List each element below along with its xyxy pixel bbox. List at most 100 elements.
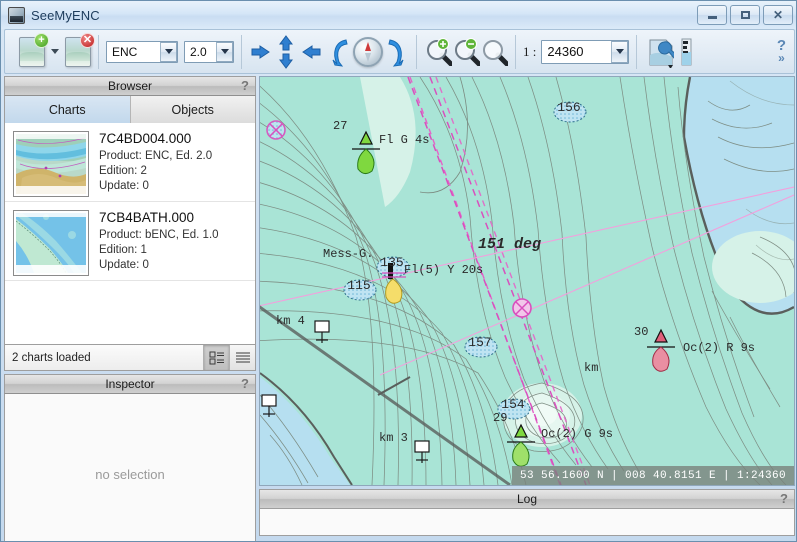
toolbar-separator-3 bbox=[416, 34, 417, 69]
tab-charts[interactable]: Charts bbox=[5, 96, 131, 123]
chart-list[interactable]: 7C4BD004.000 Product: ENC, Ed. 2.0 Editi… bbox=[4, 123, 256, 345]
inspector-panel-header: Inspector ? bbox=[4, 374, 256, 394]
chevron-down-icon[interactable] bbox=[611, 40, 629, 63]
pan-down-button bbox=[279, 53, 293, 69]
help-icon[interactable]: ? bbox=[241, 376, 249, 391]
help-icon[interactable]: ? bbox=[780, 491, 788, 506]
icon-list-view-icon bbox=[209, 351, 224, 364]
map-label-light-characteristic: Fl G 4s bbox=[379, 133, 429, 147]
chart-name: 7CB4BATH.000 bbox=[99, 210, 195, 225]
chart-meta: 7C4BD004.000 Product: ENC, Ed. 2.0 Editi… bbox=[89, 131, 212, 197]
list-view-icon bbox=[235, 352, 250, 362]
rotate-clockwise-button[interactable] bbox=[383, 35, 409, 69]
tab-charts-label: Charts bbox=[48, 102, 86, 117]
maximize-button[interactable] bbox=[730, 5, 760, 25]
zoom-out-button[interactable] bbox=[452, 37, 480, 66]
measure-depth-button[interactable] bbox=[674, 36, 704, 68]
toolbar-separator-2 bbox=[241, 34, 242, 69]
chart-status-bar: 2 charts loaded bbox=[4, 345, 256, 371]
scale-combo-value: 24360 bbox=[547, 44, 584, 59]
charts-loaded-label: 2 charts loaded bbox=[12, 351, 91, 364]
close-chart-icon: ✕ bbox=[65, 32, 95, 67]
list-item[interactable]: 7C4BD004.000 Product: ENC, Ed. 2.0 Editi… bbox=[5, 123, 255, 202]
map-label-station-name: Mess-G. bbox=[323, 247, 373, 261]
overflow-icon[interactable]: » bbox=[777, 52, 786, 64]
pan-controls bbox=[249, 34, 323, 69]
help-icon[interactable]: ? bbox=[777, 38, 786, 53]
chart-product: Product: ENC, Ed. 2.0 bbox=[99, 150, 213, 162]
toolbar-separator-1 bbox=[98, 34, 99, 69]
tab-objects-label: Objects bbox=[171, 102, 214, 117]
chevron-down-icon[interactable] bbox=[216, 41, 233, 62]
main-toolbar: + ✕ ENC 2.0 1: 24360 ? » bbox=[4, 29, 795, 74]
chart-view[interactable]: 27 Fl G 4s 151 deg Mess-G. Fl(5) Y 20s km 4 km… bbox=[259, 76, 795, 486]
help-icon[interactable]: ? bbox=[241, 78, 249, 93]
log-title: Log bbox=[516, 492, 538, 506]
chart-edition: Edition: 1 bbox=[99, 244, 147, 256]
window-title: SeeMyENC bbox=[31, 7, 100, 23]
scale-combo[interactable]: 24360 bbox=[541, 39, 630, 64]
icon-list-view-button[interactable] bbox=[203, 345, 229, 370]
scale-prefix-label: 1 : bbox=[523, 43, 537, 59]
inspector-body: no selection bbox=[4, 394, 256, 541]
browser-tabs: Charts Objects bbox=[4, 96, 256, 123]
map-label-sounding: 27 bbox=[333, 119, 347, 133]
map-label-distance-mark: km bbox=[584, 361, 598, 375]
zoom-in-button[interactable] bbox=[424, 37, 452, 66]
map-label-distance-mark: km 4 bbox=[276, 314, 305, 328]
chevron-down-icon[interactable] bbox=[160, 41, 177, 62]
pan-left-button[interactable] bbox=[249, 35, 273, 69]
title-bar: SeeMyENC ✕ bbox=[1, 1, 796, 29]
coordinate-readout: 53 56.1600 N | 008 40.8151 E | 1:24360 bbox=[511, 466, 794, 485]
version-combo-value: 2.0 bbox=[190, 44, 207, 59]
map-area-number: 156 bbox=[557, 100, 580, 115]
list-view-button[interactable] bbox=[229, 345, 255, 370]
version-combo[interactable]: 2.0 bbox=[184, 40, 234, 63]
rotate-counter-clockwise-button[interactable] bbox=[327, 35, 353, 69]
inspector-title: Inspector bbox=[105, 377, 155, 391]
pan-up-button bbox=[279, 34, 293, 50]
chart-meta: 7CB4BATH.000 Product: bENC, Ed. 1.0 Edit… bbox=[89, 210, 219, 276]
log-dock: Log ? bbox=[259, 489, 795, 538]
map-label-light-characteristic: Oc(2) G 9s bbox=[541, 427, 613, 441]
minimize-button[interactable] bbox=[697, 5, 727, 25]
help-overflow-group[interactable]: ? » bbox=[777, 38, 786, 64]
toolbar-separator-4 bbox=[515, 34, 516, 69]
close-button[interactable]: ✕ bbox=[763, 5, 793, 25]
open-chart-dropdown-icon[interactable] bbox=[51, 49, 59, 54]
window-controls: ✕ bbox=[697, 5, 793, 25]
list-item[interactable]: 7CB4BATH.000 Product: bENC, Ed. 1.0 Edit… bbox=[5, 202, 255, 281]
product-combo[interactable]: ENC bbox=[106, 40, 178, 63]
cross-icon: ✕ bbox=[80, 32, 95, 48]
chart-update: Update: 0 bbox=[99, 180, 149, 192]
view-mode-buttons bbox=[203, 345, 255, 370]
map-label-light-characteristic: Oc(2) R 9s bbox=[683, 341, 755, 355]
map-label-distance-mark: km 3 bbox=[379, 431, 408, 445]
chart-update: Update: 0 bbox=[99, 259, 149, 271]
enc-chart-canvas[interactable]: 27 Fl G 4s 151 deg Mess-G. Fl(5) Y 20s km 4 km… bbox=[260, 77, 794, 485]
pan-right-button[interactable] bbox=[299, 35, 323, 69]
zoom-reset-button[interactable] bbox=[480, 38, 508, 66]
application-icon bbox=[8, 6, 25, 24]
log-panel-header: Log ? bbox=[259, 489, 795, 509]
map-area-number: 135 bbox=[380, 255, 403, 270]
left-dock: Browser ? Charts Objects 7C4BD004.000 Pr… bbox=[4, 76, 256, 541]
map-area-number: 157 bbox=[468, 335, 491, 350]
enc-chart-thumbnail bbox=[13, 131, 89, 197]
chart-name: 7C4BD004.000 bbox=[99, 131, 192, 146]
open-chart-button[interactable]: + bbox=[19, 32, 49, 67]
chart-product: Product: bENC, Ed. 1.0 bbox=[99, 229, 219, 241]
map-label-sounding: 29 bbox=[493, 411, 507, 425]
product-combo-value: ENC bbox=[112, 44, 138, 59]
chart-settings-button[interactable] bbox=[644, 36, 675, 68]
benc-chart-thumbnail bbox=[13, 210, 89, 276]
log-body[interactable] bbox=[259, 509, 795, 536]
open-chart-icon: + bbox=[19, 32, 49, 67]
tab-objects[interactable]: Objects bbox=[130, 96, 255, 123]
seemyenc-window: SeeMyENC ✕ + ✕ ENC 2.0 1: 24360 ? » Bro… bbox=[0, 0, 797, 542]
pan-vertical-buttons[interactable] bbox=[275, 34, 297, 69]
compass-north-up-button[interactable] bbox=[353, 36, 383, 67]
close-chart-button[interactable]: ✕ bbox=[65, 32, 95, 67]
browser-panel-header: Browser ? bbox=[4, 76, 256, 96]
plus-icon: + bbox=[34, 32, 49, 48]
